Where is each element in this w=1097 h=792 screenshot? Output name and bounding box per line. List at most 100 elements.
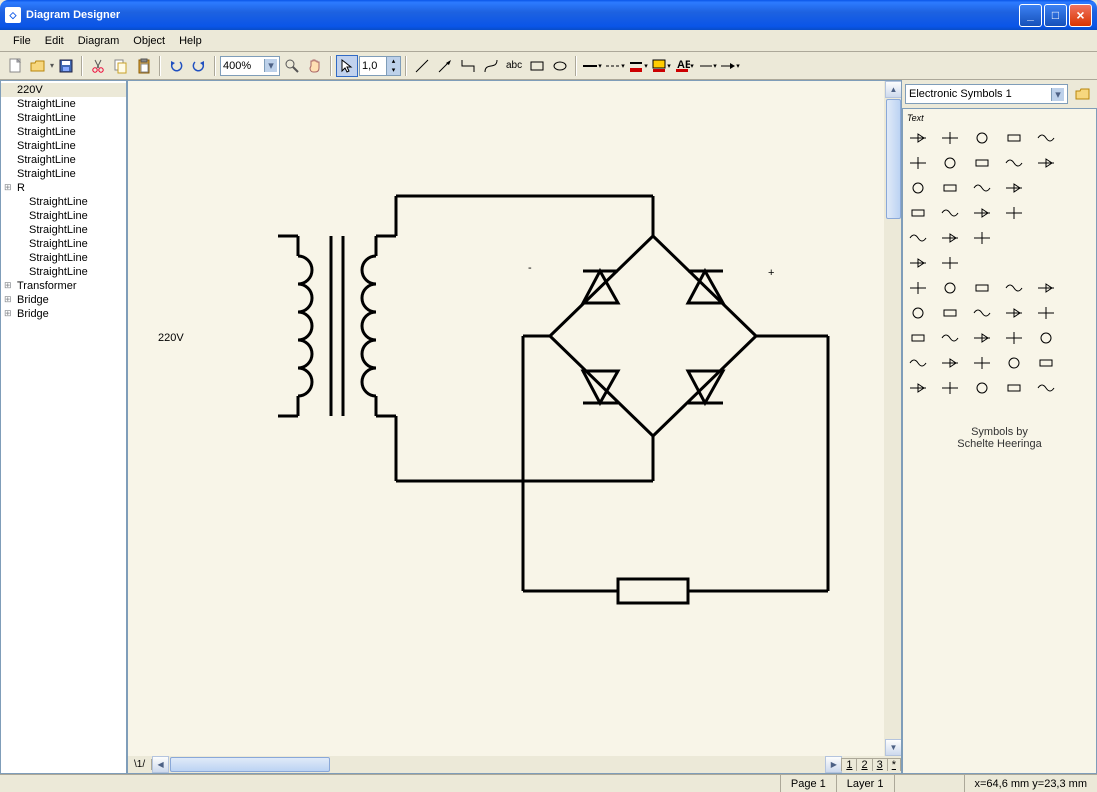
palette-symbol[interactable]	[971, 329, 993, 347]
copy-button[interactable]	[110, 55, 132, 77]
palette-symbol[interactable]	[939, 279, 961, 297]
close-button[interactable]: ×	[1069, 4, 1092, 27]
palette-symbol[interactable]	[1035, 279, 1057, 297]
tree-item[interactable]: 220V	[1, 83, 126, 97]
palette-symbol[interactable]	[1035, 154, 1057, 172]
palette-symbol[interactable]	[907, 379, 929, 397]
palette-symbol[interactable]	[939, 354, 961, 372]
palette-symbol[interactable]	[971, 354, 993, 372]
ellipse-tool[interactable]	[549, 55, 571, 77]
tree-item[interactable]: StraightLine	[1, 223, 126, 237]
linewidth-input[interactable]	[360, 60, 386, 72]
palette-symbol[interactable]	[939, 229, 961, 247]
palette-symbol[interactable]	[971, 204, 993, 222]
curve-tool[interactable]	[480, 55, 502, 77]
palette-symbol[interactable]	[971, 379, 993, 397]
palette-symbol[interactable]	[907, 179, 929, 197]
tree-item[interactable]: StraightLine	[1, 265, 126, 279]
palette-symbol[interactable]	[1035, 304, 1057, 322]
arrow-end-button[interactable]: ▾	[719, 55, 741, 77]
canvas[interactable]: ▲ ▼	[128, 81, 901, 756]
page-tab-3[interactable]: 3	[872, 758, 888, 771]
new-button[interactable]	[4, 55, 26, 77]
line-dash-button[interactable]: ▾	[604, 55, 626, 77]
scroll-thumb-h[interactable]	[170, 757, 330, 772]
palette-symbol[interactable]	[939, 304, 961, 322]
text-color-button[interactable]: AB▾	[673, 55, 695, 77]
maximize-button[interactable]: □	[1044, 4, 1067, 27]
palette-symbol[interactable]	[1035, 129, 1057, 147]
tree-item[interactable]: StraightLine	[1, 237, 126, 251]
horizontal-scrollbar[interactable]: \1/ ◀ ▶ 1 2 3 *	[128, 756, 901, 773]
pointer-tool[interactable]	[336, 55, 358, 77]
tree-item[interactable]: StraightLine	[1, 111, 126, 125]
palette-symbol[interactable]	[907, 329, 929, 347]
palette-symbol[interactable]	[907, 304, 929, 322]
zoom-fit-button[interactable]	[281, 55, 303, 77]
tree-item[interactable]: Transformer	[1, 279, 126, 293]
palette-symbol[interactable]	[939, 154, 961, 172]
tree-item[interactable]: Bridge	[1, 293, 126, 307]
palette-symbol[interactable]	[939, 329, 961, 347]
layer-tab[interactable]: \1/	[128, 759, 152, 770]
tree-item[interactable]: StraightLine	[1, 251, 126, 265]
palette-symbol[interactable]	[1003, 179, 1025, 197]
tree-item[interactable]: StraightLine	[1, 209, 126, 223]
zoom-select[interactable]: 400%▾	[220, 56, 280, 76]
palette-symbol[interactable]	[907, 229, 929, 247]
rect-tool[interactable]	[526, 55, 548, 77]
connector-tool[interactable]	[457, 55, 479, 77]
palette-symbol[interactable]	[971, 179, 993, 197]
open-button[interactable]	[27, 55, 49, 77]
palette-symbol[interactable]	[1035, 329, 1057, 347]
page-tab-2[interactable]: 2	[856, 758, 872, 771]
palette-symbol[interactable]	[939, 204, 961, 222]
menu-file[interactable]: File	[6, 33, 38, 49]
palette-symbol[interactable]	[1003, 154, 1025, 172]
minimize-button[interactable]: _	[1019, 4, 1042, 27]
palette-symbol[interactable]	[1003, 379, 1025, 397]
fill-color-button[interactable]: ▾	[650, 55, 672, 77]
tree-item[interactable]: StraightLine	[1, 125, 126, 139]
palette-symbol[interactable]	[971, 154, 993, 172]
palette-text-item[interactable]: Text	[907, 113, 1092, 123]
text-tool[interactable]: abc	[503, 55, 525, 77]
scroll-down-button[interactable]: ▼	[885, 739, 901, 756]
menu-help[interactable]: Help	[172, 33, 209, 49]
scroll-left-button[interactable]: ◀	[152, 756, 169, 773]
palette-open-button[interactable]	[1072, 83, 1094, 105]
palette-symbol[interactable]	[971, 229, 993, 247]
tree-item[interactable]: StraightLine	[1, 153, 126, 167]
save-button[interactable]	[55, 55, 77, 77]
redo-button[interactable]	[188, 55, 210, 77]
pan-button[interactable]	[304, 55, 326, 77]
palette-symbol[interactable]	[939, 179, 961, 197]
palette-symbol[interactable]	[907, 354, 929, 372]
paste-button[interactable]	[133, 55, 155, 77]
palette-symbol[interactable]	[939, 254, 961, 272]
palette-symbol[interactable]	[1035, 354, 1057, 372]
menu-diagram[interactable]: Diagram	[71, 33, 127, 49]
line-color-button[interactable]: ▾	[627, 55, 649, 77]
palette-symbol[interactable]	[1035, 379, 1057, 397]
palette-symbol[interactable]	[907, 129, 929, 147]
cut-button[interactable]	[87, 55, 109, 77]
tree-item[interactable]: StraightLine	[1, 167, 126, 181]
palette-symbol[interactable]	[907, 254, 929, 272]
palette-symbol[interactable]	[907, 204, 929, 222]
tree-item[interactable]: StraightLine	[1, 195, 126, 209]
palette-symbol[interactable]	[907, 279, 929, 297]
menu-object[interactable]: Object	[126, 33, 172, 49]
line-style-button[interactable]: ▾	[581, 55, 603, 77]
palette-symbol[interactable]	[907, 154, 929, 172]
page-tab-new[interactable]: *	[887, 758, 901, 771]
scroll-right-button[interactable]: ▶	[825, 756, 842, 773]
palette-symbol[interactable]	[1003, 354, 1025, 372]
tree-item[interactable]: StraightLine	[1, 97, 126, 111]
page-tab-1[interactable]: 1	[841, 758, 857, 771]
scroll-thumb-v[interactable]	[886, 99, 901, 219]
palette-symbol[interactable]	[939, 379, 961, 397]
tree-item[interactable]: Bridge	[1, 307, 126, 321]
palette-symbol[interactable]	[971, 304, 993, 322]
palette-symbol[interactable]	[1003, 129, 1025, 147]
